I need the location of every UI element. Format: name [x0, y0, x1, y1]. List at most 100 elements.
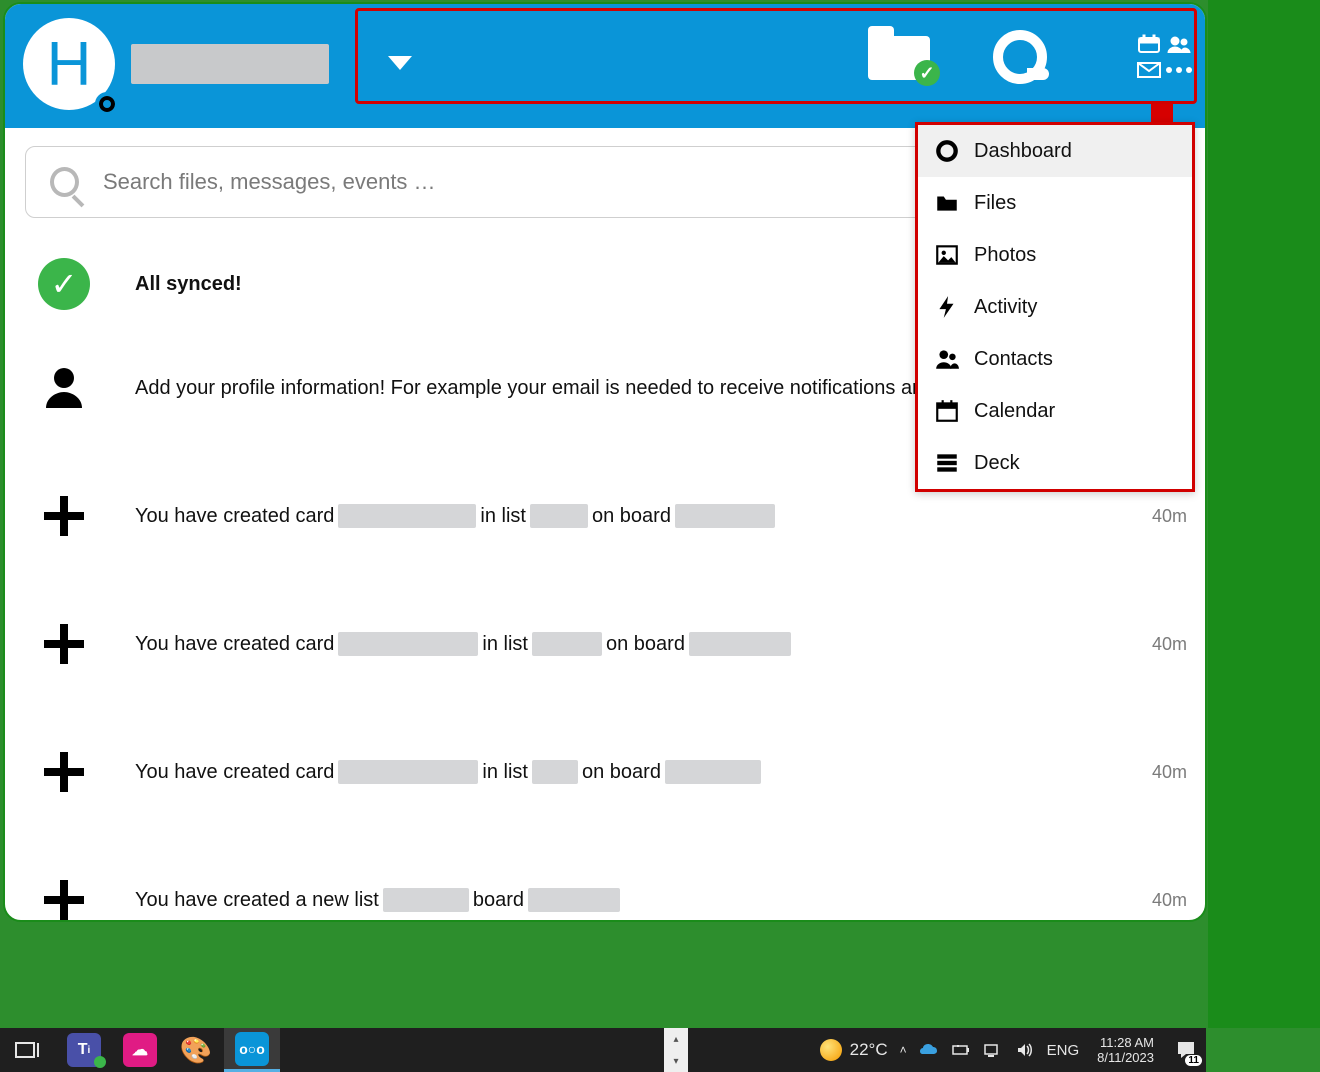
app-header: H ✓ [5, 4, 1205, 128]
people-icon [934, 346, 960, 372]
taskbar-clock[interactable]: 11:28 AM 8/11/2023 [1091, 1035, 1160, 1065]
language-indicator[interactable]: ENG [1047, 1042, 1080, 1059]
talk-button[interactable] [993, 30, 1047, 84]
calendar-icon [934, 398, 960, 424]
apps-dropdown-menu: Dashboard Files Photos Activity Contacts… [915, 122, 1195, 492]
desktop-background-strip [1208, 0, 1320, 1028]
calendar-icon [1137, 34, 1161, 54]
tray-overflow-button[interactable]: ˄ [900, 1043, 907, 1057]
activity-row[interactable]: You have created card in list on board 4… [33, 708, 1191, 836]
sync-ok-badge-icon: ✓ [914, 60, 940, 86]
taskbar-app-nextcloud[interactable]: o○o [224, 1028, 280, 1072]
sun-icon [820, 1039, 842, 1061]
paint-icon: 🎨 [179, 1033, 213, 1067]
menu-item-label: Deck [974, 452, 1020, 475]
activity-text: You have created card in list on board [135, 632, 1191, 656]
redacted-chip [338, 632, 478, 656]
menu-item-label: Photos [974, 244, 1036, 267]
redacted-chip [338, 760, 478, 784]
status-dot-icon [94, 1056, 106, 1068]
menu-item-dashboard[interactable]: Dashboard [918, 125, 1192, 177]
network-tray-icon[interactable] [983, 1040, 1003, 1060]
clock-time: 11:28 AM [1097, 1035, 1154, 1050]
taskbar-app-teams[interactable]: Ti [56, 1028, 112, 1072]
people-icon [1167, 34, 1191, 54]
photos-icon [934, 242, 960, 268]
task-view-button[interactable] [0, 1028, 56, 1072]
user-avatar[interactable]: H [23, 18, 115, 110]
contacts-quicklink[interactable] [1167, 34, 1191, 54]
checkmark-circle-icon: ✓ [38, 258, 90, 310]
redacted-chip [338, 504, 476, 528]
lightning-icon [934, 294, 960, 320]
activity-row[interactable]: You have created a new list board 40m [33, 836, 1191, 922]
taskbar-pinned-apps: Ti ☁ 🎨 o○o [0, 1028, 280, 1072]
cloud-app-icon: ☁ [123, 1033, 157, 1067]
menu-item-contacts[interactable]: Contacts [918, 333, 1192, 385]
action-center-button[interactable]: 11 [1172, 1036, 1200, 1064]
clock-date: 8/11/2023 [1097, 1050, 1154, 1065]
task-view-icon [15, 1039, 41, 1061]
dashboard-icon [934, 138, 960, 164]
header-quicklinks [1137, 34, 1191, 80]
nextcloud-icon: o○o [235, 1032, 269, 1066]
calendar-quicklink[interactable] [1137, 34, 1161, 54]
windows-taskbar: Ti ☁ 🎨 o○o ▴ ▾ 22°C ˄ ENG 11: [0, 1028, 1206, 1072]
activity-text: You have created card in list on board [135, 760, 1191, 784]
menu-item-calendar[interactable]: Calendar [918, 385, 1192, 437]
menu-item-label: Activity [974, 296, 1037, 319]
volume-tray-icon[interactable] [1015, 1040, 1035, 1060]
mail-icon [1137, 60, 1161, 80]
redacted-chip [665, 760, 761, 784]
activity-row[interactable]: You have created card in list on board 4… [33, 580, 1191, 708]
timestamp: 40m [1152, 890, 1187, 911]
account-name-redacted[interactable] [131, 44, 329, 84]
taskbar-app-pink[interactable]: ☁ [112, 1028, 168, 1072]
taskbar-tray: 22°C ˄ ENG 11:28 AM 8/11/2023 11 [820, 1028, 1206, 1072]
plus-icon [33, 492, 95, 540]
weather-temp: 22°C [850, 1040, 888, 1060]
menu-item-activity[interactable]: Activity [918, 281, 1192, 333]
annotation-highlight-box [355, 8, 1197, 104]
scroll-up-icon[interactable]: ▴ [664, 1028, 688, 1050]
app-window: H ✓ [3, 2, 1207, 922]
activity-text: You have created a new list board [135, 888, 1191, 912]
taskbar-app-paint[interactable]: 🎨 [168, 1028, 224, 1072]
search-icon [50, 167, 79, 197]
weather-widget[interactable]: 22°C [820, 1039, 888, 1061]
menu-item-label: Dashboard [974, 140, 1072, 163]
mail-quicklink[interactable] [1137, 60, 1161, 80]
timestamp: 40m [1152, 634, 1187, 655]
menu-item-files[interactable]: Files [918, 177, 1192, 229]
deck-icon [934, 450, 960, 476]
menu-item-photos[interactable]: Photos [918, 229, 1192, 281]
plus-icon [33, 748, 95, 796]
more-apps-button[interactable] [1167, 60, 1191, 80]
talk-bubble-icon [993, 30, 1047, 84]
account-dropdown-caret-icon[interactable] [388, 56, 412, 70]
menu-item-label: Files [974, 192, 1016, 215]
notification-badge: 11 [1185, 1055, 1202, 1066]
plus-icon [33, 876, 95, 922]
scroll-down-icon[interactable]: ▾ [664, 1050, 688, 1072]
redacted-chip [532, 760, 578, 784]
plus-icon [33, 620, 95, 668]
status-ring-icon [95, 92, 119, 116]
timestamp: 40m [1152, 762, 1187, 783]
app-scrollbar[interactable]: ▴ ▾ [664, 1028, 688, 1072]
redacted-chip [530, 504, 588, 528]
redacted-chip [689, 632, 791, 656]
battery-tray-icon[interactable] [951, 1040, 971, 1060]
ellipsis-icon [1166, 67, 1192, 73]
avatar-letter: H [47, 29, 92, 100]
menu-item-deck[interactable]: Deck [918, 437, 1192, 489]
redacted-chip [532, 632, 602, 656]
redacted-chip [528, 888, 620, 912]
menu-item-label: Calendar [974, 400, 1055, 423]
folder-icon [934, 190, 960, 216]
timestamp: 40m [1152, 506, 1187, 527]
activity-text: You have created card in list on board [135, 504, 1191, 528]
open-folder-button[interactable]: ✓ [868, 30, 934, 80]
menu-item-label: Contacts [974, 348, 1053, 371]
onedrive-tray-icon[interactable] [919, 1040, 939, 1060]
